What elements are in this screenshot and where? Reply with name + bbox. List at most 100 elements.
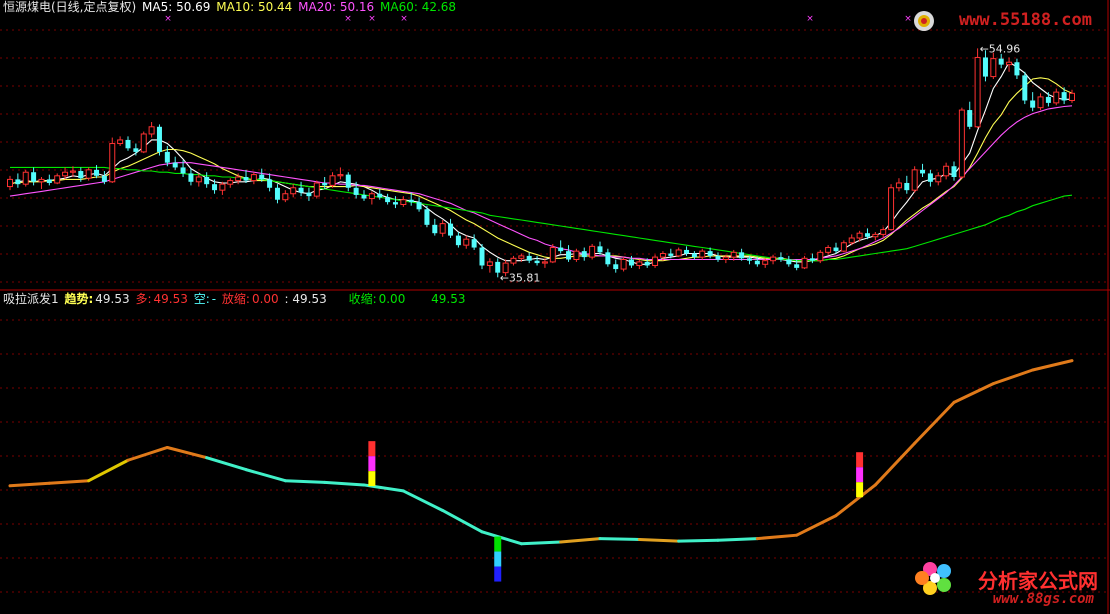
signal-marker — [856, 452, 864, 498]
candle-body — [951, 166, 957, 178]
candle-body — [15, 179, 21, 185]
price-annotation: ←35.81 — [500, 271, 541, 284]
candle-body — [368, 193, 375, 200]
signal-marker-segment — [368, 441, 376, 457]
sep-value: : 49.53 — [284, 292, 327, 306]
candle-body — [566, 251, 572, 260]
candle — [479, 243, 485, 270]
signal-marker-segment — [856, 452, 864, 468]
candle-body — [1053, 91, 1060, 104]
candle-body — [290, 187, 297, 195]
candle-body — [880, 229, 887, 235]
candle — [911, 166, 918, 193]
candle-body — [361, 194, 367, 199]
ma60-legend: MA60: 42.68 — [380, 0, 457, 14]
candle-body — [636, 261, 643, 266]
candle-body — [904, 182, 910, 191]
candle-body — [990, 58, 997, 78]
main-chart-header: 恒源煤电(日线,定点复权) MA5: 50.69 MA10: 50.44 MA2… — [3, 0, 458, 14]
long-label: 多: — [135, 292, 152, 306]
candle-body — [778, 257, 784, 260]
candle-body — [967, 110, 973, 127]
candle-body — [212, 184, 218, 191]
candle-body — [78, 171, 84, 179]
candle-body — [848, 237, 855, 244]
signal-marker — [494, 536, 502, 582]
candle-body — [416, 202, 422, 210]
candle-body — [385, 197, 391, 203]
candle-body — [597, 246, 603, 253]
candle — [589, 243, 596, 260]
candle-body — [54, 175, 61, 184]
candle-body — [259, 174, 265, 180]
top-tick-mark: × — [806, 14, 814, 24]
candle-body — [982, 57, 988, 77]
ma10-legend: MA10: 50.44 — [216, 0, 293, 14]
candle-body — [392, 202, 398, 205]
candle-body — [156, 126, 162, 152]
indicator-segment — [716, 537, 759, 542]
shrink-value: 0.00 — [378, 292, 406, 306]
candle-body — [526, 255, 532, 261]
candle-body — [958, 109, 965, 178]
candle-body — [722, 256, 729, 261]
candle-body — [101, 175, 107, 182]
candle-body — [94, 169, 100, 176]
candle-body — [1069, 92, 1075, 101]
candle-body — [911, 169, 918, 191]
candle-body — [85, 169, 92, 179]
candle — [109, 137, 116, 183]
indicator-segment — [519, 540, 563, 546]
candle-body — [707, 251, 713, 256]
candle-body — [620, 259, 627, 270]
grid: × × × × × × — [0, 0, 1110, 614]
candle-body — [125, 139, 131, 149]
candle-body — [322, 182, 328, 186]
candle-body — [998, 58, 1004, 65]
candle-body — [809, 258, 815, 261]
signal-marker — [368, 441, 376, 487]
candle-body — [471, 239, 477, 248]
signal-marker-segment — [494, 536, 502, 552]
candle-body — [432, 224, 438, 234]
shrink-label: 收缩: — [348, 292, 377, 306]
candle-body — [298, 187, 304, 193]
short-label: 空: — [193, 292, 210, 306]
candle-body — [69, 170, 76, 173]
last-value: 49.53 — [431, 292, 466, 306]
trend-value: 49.53 — [95, 292, 130, 306]
candle-body — [699, 250, 706, 258]
candle — [817, 249, 824, 264]
signal-marker-segment — [494, 551, 502, 567]
candle-body — [1006, 61, 1013, 66]
candle-body — [762, 260, 769, 265]
release-value: 0.00 — [251, 292, 279, 306]
candle-body — [864, 233, 870, 237]
candle-body — [1061, 92, 1067, 101]
watermark-title-bottom: 分析家公式网 — [978, 569, 1098, 593]
candle-body — [935, 175, 942, 183]
candle-body — [840, 242, 847, 252]
candle-body — [46, 179, 52, 183]
top-tick-mark: × — [904, 14, 912, 24]
candle-body — [581, 251, 587, 258]
candle-body — [243, 177, 249, 181]
candle-body — [589, 245, 596, 258]
candle-body — [306, 192, 312, 197]
background — [0, 0, 1110, 614]
candle-body — [282, 193, 289, 201]
candle — [573, 248, 580, 262]
candle — [801, 255, 808, 270]
candle-body — [38, 178, 45, 183]
candle-body — [684, 249, 690, 254]
chart-canvas: × × × × × × ←35.81 ←54.96 — [0, 0, 1110, 614]
candle-body — [117, 139, 124, 145]
signal-marker-segment — [368, 471, 376, 487]
candle-body — [164, 151, 170, 163]
candle-body — [439, 223, 446, 234]
candle-body — [345, 174, 351, 188]
candle-body — [424, 209, 430, 225]
candle-body — [644, 261, 650, 266]
candle-body — [943, 165, 950, 177]
candle-body — [448, 223, 454, 236]
